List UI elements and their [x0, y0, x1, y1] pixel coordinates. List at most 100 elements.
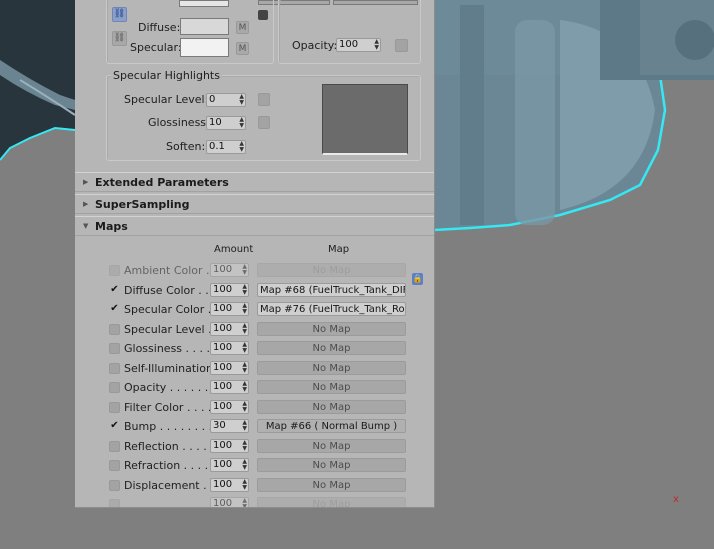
map-enable-checkbox[interactable] — [109, 363, 120, 374]
map-enable-checkbox[interactable] — [109, 460, 120, 471]
map-amount-spinner[interactable]: 100 ▲ ▼ — [210, 361, 249, 375]
map-enable-checkbox[interactable]: ✔ — [109, 421, 120, 432]
spinner-arrows[interactable]: ▲ ▼ — [374, 39, 379, 51]
map-amount-spinner[interactable]: 30 ▲ ▼ — [210, 419, 249, 433]
spinner-arrows[interactable]: ▲ ▼ — [242, 342, 247, 354]
soften-value: 0.1 — [209, 141, 225, 152]
diffuse-map-button[interactable]: M — [236, 21, 249, 34]
map-amount-value: 100 — [213, 303, 233, 314]
map-slot-button[interactable]: No Map — [257, 478, 406, 492]
map-slot-button[interactable]: No Map — [257, 380, 406, 394]
map-slot-button[interactable]: No Map — [257, 497, 406, 507]
rollout-supersampling[interactable]: ▶ SuperSampling — [75, 194, 434, 214]
map-slot-button[interactable]: No Map — [257, 341, 406, 355]
map-row-name: Refraction . . . . — [124, 459, 209, 472]
map-amount-spinner[interactable]: 100 ▲ ▼ — [210, 341, 249, 355]
map-amount-spinner[interactable]: 100 ▲ ▼ — [210, 458, 249, 472]
specular-level-spinner[interactable]: 0 ▲ ▼ — [206, 93, 246, 107]
map-enable-checkbox[interactable] — [109, 382, 120, 393]
lock-ambient-icon[interactable]: ⛓ — [112, 7, 127, 22]
map-row: Filter Color . . . . 100 ▲ ▼ No Map — [75, 400, 434, 416]
map-enable-checkbox[interactable] — [109, 402, 120, 413]
map-row: Self-Illumination . 100 ▲ ▼ No Map — [75, 361, 434, 377]
map-row: Glossiness . . . . 100 ▲ ▼ No Map — [75, 341, 434, 357]
spinner-arrows[interactable]: ▲ ▼ — [242, 401, 247, 413]
spinner-arrows[interactable]: ▲ ▼ — [239, 117, 244, 129]
map-enable-checkbox[interactable] — [109, 441, 120, 452]
map-row-name: Specular Color . . — [124, 303, 219, 316]
specular-map-button[interactable]: M — [236, 42, 249, 55]
map-row-name: Reflection . . . . — [124, 440, 207, 453]
map-slot-button[interactable]: No Map — [257, 263, 406, 277]
spinner-arrows[interactable]: ▲ ▼ — [242, 264, 247, 276]
glossiness-spinner[interactable]: 10 ▲ ▼ — [206, 116, 246, 130]
map-amount-spinner[interactable]: 100 ▲ ▼ — [210, 283, 249, 297]
collapsed-arrow-icon: ▶ — [83, 178, 89, 186]
lock-top-icon[interactable] — [258, 10, 268, 20]
map-enable-checkbox[interactable] — [109, 343, 120, 354]
map-slot-button[interactable]: No Map — [257, 361, 406, 375]
map-enable-checkbox[interactable] — [109, 480, 120, 491]
map-amount-spinner[interactable]: 100 ▲ ▼ — [210, 478, 249, 492]
map-enable-checkbox[interactable] — [109, 499, 120, 507]
highlight-curve-graph — [322, 84, 408, 155]
specular-label: Specular: — [130, 41, 182, 54]
spinner-arrows[interactable]: ▲ ▼ — [242, 479, 247, 491]
map-enable-checkbox[interactable] — [109, 324, 120, 335]
map-row-name: Displacement . . — [124, 479, 214, 492]
rollout-title: SuperSampling — [95, 198, 190, 211]
map-enable-checkbox[interactable]: ✔ — [109, 285, 120, 296]
map-row-name: Self-Illumination . — [124, 362, 220, 375]
specular-level-label: Specular Level: — [124, 93, 209, 106]
spinner-arrows[interactable]: ▲ ▼ — [239, 141, 244, 153]
link-specular-icon[interactable]: ⛓ — [112, 31, 127, 46]
map-row: Opacity . . . . . . 100 ▲ ▼ No Map — [75, 380, 434, 396]
map-enable-checkbox[interactable]: ✔ — [109, 304, 120, 315]
map-slot-button[interactable]: No Map — [257, 400, 406, 414]
rollout-maps[interactable]: ▼ Maps — [75, 216, 434, 236]
opacity-spinner[interactable]: 100 ▲ ▼ — [336, 38, 381, 52]
map-slot-button[interactable]: Map #68 (FuelTruck_Tank_DIF — [257, 283, 406, 297]
map-slot-button[interactable]: No Map — [257, 439, 406, 453]
map-slot-button[interactable]: No Map — [257, 458, 406, 472]
opacity-map-button[interactable] — [395, 39, 408, 52]
map-amount-spinner[interactable]: 100 ▲ ▼ — [210, 263, 249, 277]
spinner-arrows[interactable]: ▲ ▼ — [242, 323, 247, 335]
spinner-arrows[interactable]: ▲ ▼ — [242, 498, 247, 508]
soften-spinner[interactable]: 0.1 ▲ ▼ — [206, 140, 246, 154]
map-amount-spinner[interactable]: 100 ▲ ▼ — [210, 400, 249, 414]
specular-level-map-button[interactable] — [258, 93, 270, 106]
rollout-extended-parameters[interactable]: ▶ Extended Parameters — [75, 172, 434, 192]
spinner-arrows[interactable]: ▲ ▼ — [242, 284, 247, 296]
spinner-arrows[interactable]: ▲ ▼ — [242, 420, 247, 432]
axis-x-label: x — [673, 494, 679, 505]
map-amount-value: 100 — [213, 440, 233, 451]
spinner-arrows[interactable]: ▲ ▼ — [242, 440, 247, 452]
spinner-arrows[interactable]: ▲ ▼ — [242, 381, 247, 393]
diffuse-color-swatch[interactable] — [180, 18, 229, 35]
opacity-group — [278, 0, 421, 64]
spinner-arrows[interactable]: ▲ ▼ — [242, 362, 247, 374]
map-slot-button[interactable]: Map #66 ( Normal Bump ) — [257, 419, 406, 433]
map-amount-spinner[interactable]: 100 ▲ ▼ — [210, 497, 249, 508]
map-slot-button[interactable]: No Map — [257, 322, 406, 336]
map-slot-button[interactable]: Map #76 (FuelTruck_Tank_Rou — [257, 302, 406, 316]
material-editor-panel: ⛓ ⛓ Diffuse: M Specular: M Opacity: 100 ▲… — [75, 0, 435, 508]
opacity-label: Opacity: — [292, 39, 338, 52]
map-enable-checkbox[interactable] — [109, 265, 120, 276]
map-amount-value: 100 — [213, 381, 233, 392]
map-amount-spinner[interactable]: 100 ▲ ▼ — [210, 302, 249, 316]
map-row-name: Specular Level . — [124, 323, 212, 336]
spinner-arrows[interactable]: ▲ ▼ — [242, 459, 247, 471]
map-amount-value: 100 — [213, 498, 233, 508]
spinner-arrows[interactable]: ▲ ▼ — [239, 94, 244, 106]
collapsed-arrow-icon: ▶ — [83, 200, 89, 208]
specular-color-swatch[interactable] — [180, 38, 229, 57]
spinner-arrows[interactable]: ▲ ▼ — [242, 303, 247, 315]
glossiness-map-button[interactable] — [258, 116, 270, 129]
map-amount-spinner[interactable]: 100 ▲ ▼ — [210, 380, 249, 394]
map-amount-spinner[interactable]: 100 ▲ ▼ — [210, 322, 249, 336]
map-amount-spinner[interactable]: 100 ▲ ▼ — [210, 439, 249, 453]
map-row: 100 ▲ ▼ No Map — [75, 497, 434, 508]
lock-ambient-diffuse-icon[interactable]: 🔒 — [412, 273, 423, 285]
